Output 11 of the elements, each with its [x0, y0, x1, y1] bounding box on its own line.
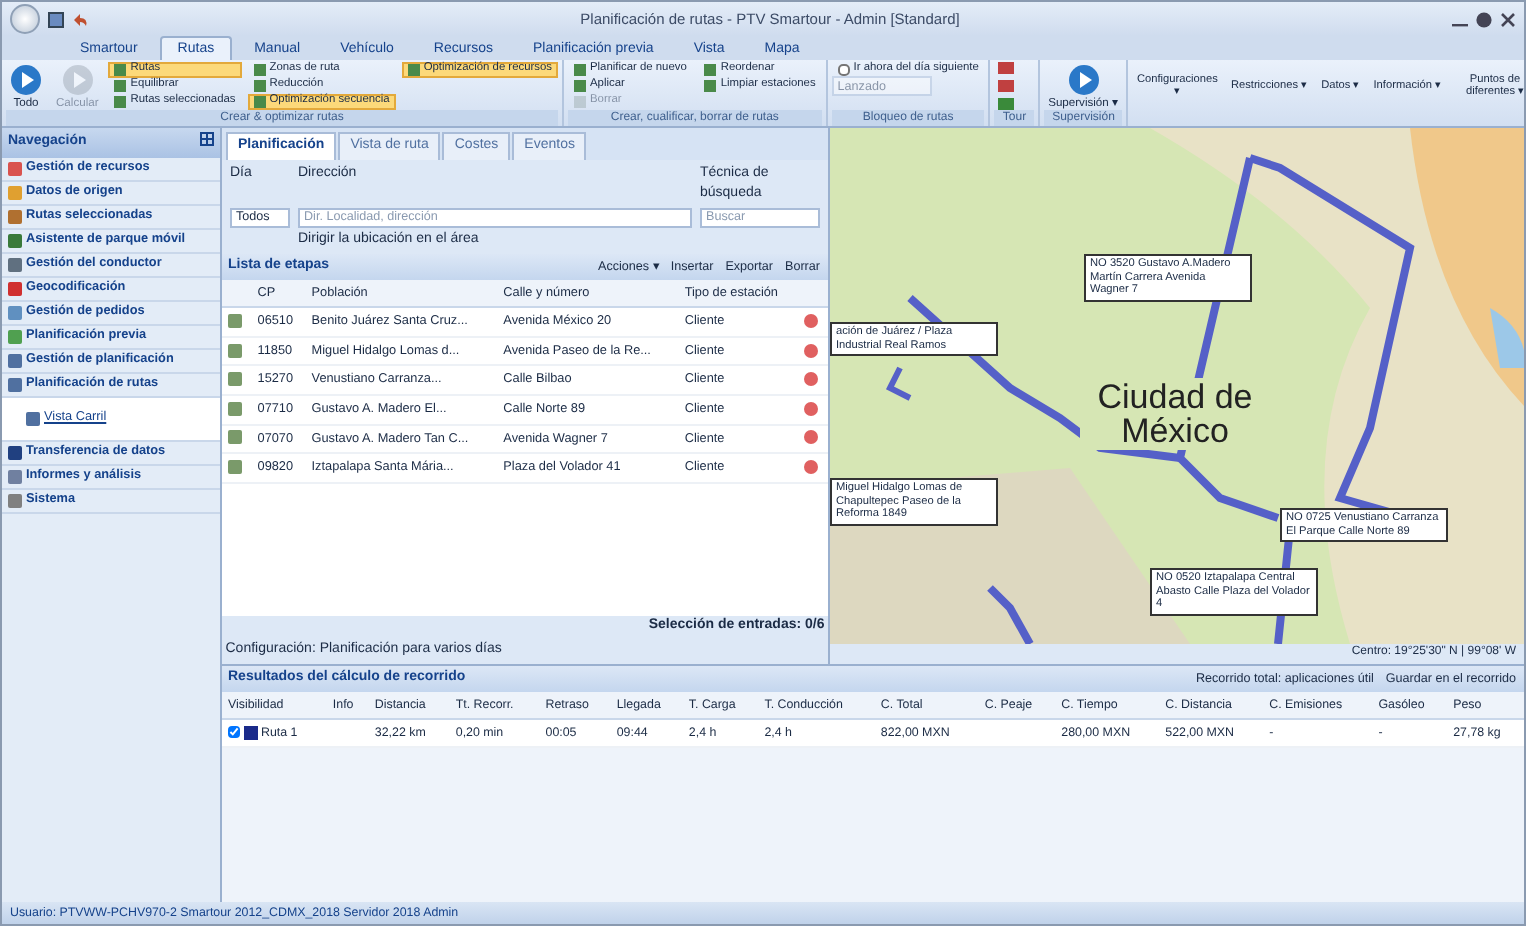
checkbox[interactable]	[228, 726, 240, 739]
pin-icon[interactable]	[200, 132, 214, 146]
tool-icon	[407, 64, 420, 76]
checkbox[interactable]	[837, 64, 850, 76]
save-icon[interactable]	[48, 11, 64, 27]
circle-icon	[1067, 63, 1100, 95]
close-icon[interactable]	[1500, 11, 1516, 27]
tool-stack-icon[interactable]	[998, 62, 1015, 110]
undo-icon[interactable]	[72, 11, 88, 27]
circle-icon	[10, 63, 42, 95]
circle-icon	[61, 63, 94, 95]
